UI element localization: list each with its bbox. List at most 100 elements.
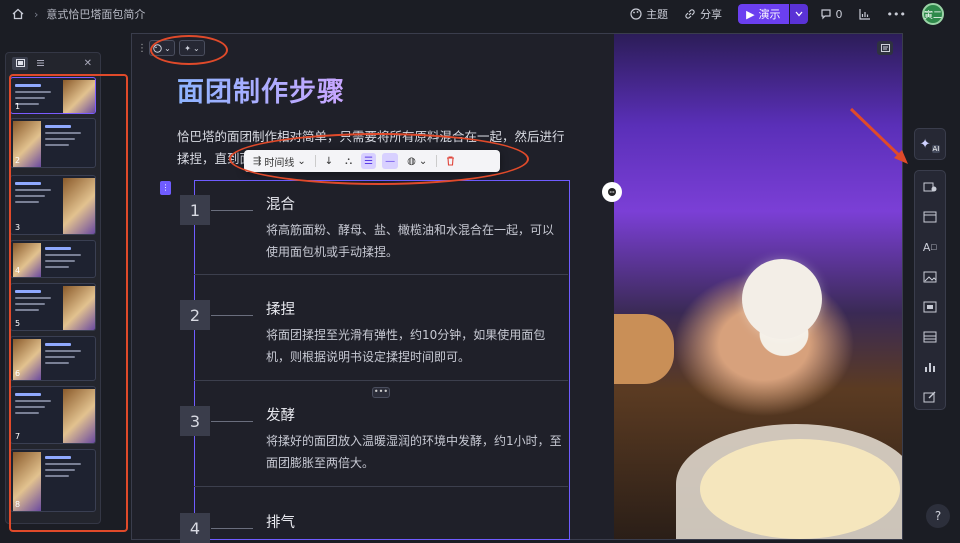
- step-divider: [194, 380, 568, 381]
- slide-title[interactable]: 面团制作步骤: [177, 70, 345, 109]
- list-view-tab[interactable]: [32, 57, 48, 70]
- hierarchy-icon[interactable]: ⛬: [342, 153, 355, 169]
- step-number: 2: [180, 300, 210, 330]
- link-icon: [685, 9, 695, 19]
- arrow-down-icon[interactable]: ↓: [322, 153, 336, 169]
- palette-icon: [630, 8, 642, 20]
- text-icon[interactable]: A □: [922, 239, 938, 255]
- avatar[interactable]: 寅二: [922, 3, 944, 25]
- dough-photo-image[interactable]: [614, 34, 902, 539]
- more-icon[interactable]: •••: [887, 8, 906, 21]
- more-options-icon[interactable]: •••: [372, 387, 390, 398]
- analytics-button[interactable]: [858, 8, 871, 20]
- slide-number: 4: [15, 266, 21, 275]
- timeline-icon: ⇶: [253, 155, 262, 167]
- thumbnail-text-line: [45, 362, 69, 364]
- thumbnail-text-line: [15, 201, 39, 203]
- color-dropdown[interactable]: ◍ ⌄: [404, 153, 430, 169]
- ai-assistant-button[interactable]: ✦ AI: [914, 128, 946, 160]
- step-number: 3: [180, 406, 210, 436]
- step-title[interactable]: 排气: [266, 511, 295, 532]
- thumbnail-view-tab[interactable]: [12, 56, 28, 70]
- home-icon[interactable]: [10, 6, 26, 22]
- toolbar-divider: [314, 155, 316, 167]
- slide-thumbnail[interactable]: 2: [10, 118, 96, 168]
- add-comment-icon[interactable]: [602, 182, 622, 202]
- block-handle-icon[interactable]: ⋮: [160, 181, 171, 195]
- toolbar-divider: [436, 155, 438, 167]
- thumbnail-text-line: [15, 309, 39, 311]
- palette-icon: ◍: [407, 155, 416, 167]
- slide-thumbnail[interactable]: 5: [10, 283, 96, 331]
- slide-thumbnail[interactable]: 4: [10, 240, 96, 278]
- chevron-down-icon: ⌄: [418, 155, 428, 167]
- comments-button[interactable]: 0: [820, 8, 843, 21]
- thumbnail-text-line: [45, 260, 75, 262]
- slide-number: 1: [15, 102, 21, 111]
- play-icon: ▶: [746, 7, 755, 21]
- line-style-icon[interactable]: —: [382, 153, 399, 169]
- slide-thumbnail[interactable]: 3: [10, 175, 96, 235]
- document-title[interactable]: 意式恰巴塔面包简介: [46, 6, 145, 22]
- slide-thumbnail[interactable]: 7: [10, 386, 96, 444]
- share-button[interactable]: 分享: [684, 6, 722, 22]
- thumbnail-text-line: [15, 406, 45, 408]
- thumbnail-text-line: [45, 469, 75, 471]
- close-icon[interactable]: ✕: [84, 58, 92, 69]
- step-connector: [211, 421, 253, 422]
- step-connector: [211, 210, 253, 211]
- layout-label: 时间线: [264, 157, 295, 169]
- slide-thumbnail[interactable]: 8: [10, 449, 96, 512]
- present-options-chevron-icon[interactable]: [789, 4, 808, 24]
- step-divider: [194, 486, 568, 487]
- thumbnail-title-bar: [15, 290, 41, 293]
- present-button[interactable]: ▶ 演示: [738, 4, 789, 24]
- slide-number: 3: [15, 223, 21, 232]
- step-body[interactable]: 将面团揉捏至光滑有弹性，约10分钟，如果使用面包机，则根据说明书设定揉捏时间即可…: [266, 324, 564, 368]
- slide-number: 2: [15, 156, 21, 165]
- step-title[interactable]: 揉捏: [266, 298, 295, 319]
- slide-corner-controls: ⌄ ✦ ⌄: [149, 40, 205, 56]
- image-icon[interactable]: [922, 269, 938, 285]
- chevron-right-icon: ›: [34, 7, 39, 21]
- delete-icon[interactable]: [443, 153, 458, 169]
- chevron-down-icon: ⌄: [193, 43, 200, 53]
- slide-ai-button[interactable]: ✦ ⌄: [179, 40, 205, 56]
- thumbnail-image: [63, 80, 95, 113]
- numbered-list-icon[interactable]: ☰: [361, 153, 377, 169]
- thumbnail-title-bar: [15, 182, 41, 185]
- table-icon[interactable]: [922, 329, 938, 345]
- step-title[interactable]: 发酵: [266, 404, 295, 425]
- dough-shape: [700, 439, 900, 539]
- step-number: 1: [180, 195, 210, 225]
- slide-thumbnail[interactable]: 1: [10, 77, 96, 114]
- slide-theme-button[interactable]: ⌄: [149, 40, 175, 56]
- edit-icon[interactable]: [922, 389, 938, 405]
- bar-chart-icon[interactable]: [922, 359, 938, 375]
- thumbnail-text-line: [15, 195, 45, 197]
- step-body[interactable]: 将高筋面粉、酵母、盐、橄榄油和水混合在一起，可以使用面包机或手动揉捏。: [266, 219, 564, 263]
- text-icon-label: A: [922, 240, 931, 254]
- step-title[interactable]: 混合: [266, 193, 295, 214]
- theme-button[interactable]: 主题: [630, 6, 668, 22]
- insert-toolbar: A □: [914, 170, 946, 410]
- help-button[interactable]: ?: [926, 504, 950, 528]
- comment-count: 0: [835, 7, 843, 21]
- ai-badge: AI: [931, 145, 941, 153]
- step-connector: [211, 315, 253, 316]
- thumbnail-text-line: [15, 412, 39, 414]
- thumbnail-text-line: [15, 297, 51, 299]
- thumbnail-title-bar: [15, 84, 41, 87]
- step-body[interactable]: 将揉好的面团放入温暖湿润的环境中发酵，约1小时，至面团膨胀至两倍大。: [266, 430, 564, 474]
- slide-thumbnail[interactable]: 6: [10, 336, 96, 381]
- video-icon[interactable]: [922, 299, 938, 315]
- thumbnail-title-bar: [15, 393, 41, 396]
- chevron-down-icon: ⌄: [164, 43, 171, 53]
- layout-icon[interactable]: [922, 209, 938, 225]
- drag-handle-icon[interactable]: ⋮: [137, 42, 147, 56]
- notes-icon[interactable]: [877, 41, 893, 55]
- layout-dropdown[interactable]: ⇶ 时间线 ⌄: [250, 153, 309, 169]
- card-add-icon[interactable]: [922, 179, 938, 195]
- step-connector: [211, 528, 253, 529]
- thumbnail-text-line: [45, 132, 81, 134]
